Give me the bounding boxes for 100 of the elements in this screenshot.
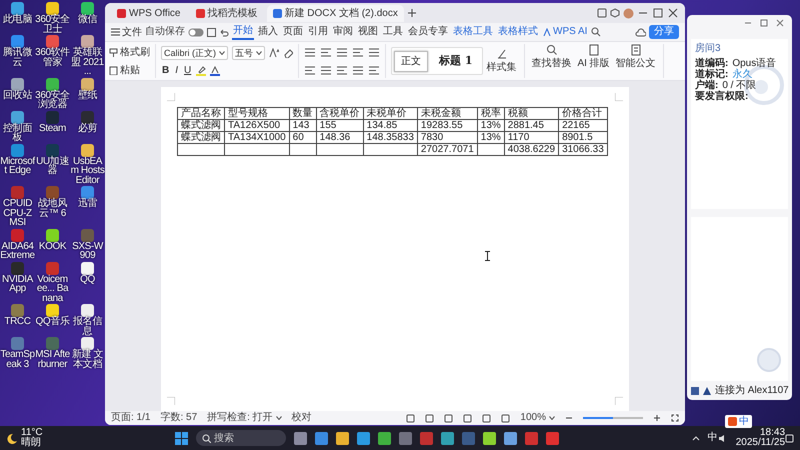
app-icon[interactable] <box>81 186 94 199</box>
app-icon[interactable] <box>46 228 59 242</box>
ribbon-tab[interactable]: WPS AI <box>542 25 588 39</box>
app-icon[interactable] <box>11 78 24 90</box>
warning-icon[interactable] <box>703 386 711 394</box>
app-label[interactable]: 报名信息 <box>70 317 105 336</box>
list-icon[interactable] <box>304 47 316 57</box>
app-label[interactable]: KOOK <box>35 242 70 251</box>
app-label[interactable]: UsbEAm Hosts Editor <box>70 156 105 185</box>
app-icon[interactable] <box>46 78 59 90</box>
app-label[interactable]: QQ <box>70 274 105 284</box>
format-button[interactable]: B <box>161 64 170 76</box>
plus-icon[interactable] <box>406 8 417 18</box>
share-button[interactable]: 分享 <box>649 25 679 39</box>
app-label[interactable]: Steam <box>35 124 70 133</box>
cube-icon[interactable] <box>610 8 620 18</box>
chevron-up-icon[interactable] <box>692 434 700 442</box>
zoom-menu[interactable]: 100% <box>520 412 555 424</box>
window-tab[interactable]: WPS Office <box>111 4 186 22</box>
file-menu[interactable]: 文件 <box>111 24 142 40</box>
app-label[interactable]: 迅雷 <box>70 199 105 208</box>
app-icon[interactable] <box>81 78 94 90</box>
smart-doc-button[interactable]: 智能公文 <box>614 44 658 78</box>
app-logo-icon[interactable] <box>272 8 282 18</box>
taskbar-app-icon[interactable] <box>315 432 328 444</box>
ribbon-tab[interactable]: 表格样式 <box>497 25 539 39</box>
taskbar-search-field[interactable]: 搜索 <box>196 430 286 446</box>
app-icon[interactable] <box>81 144 94 156</box>
line-spacing-icon[interactable] <box>336 65 348 75</box>
app-label[interactable]: 微信 <box>70 15 105 24</box>
ribbon-tab[interactable]: 引用 <box>307 25 329 39</box>
app-label[interactable]: 英雄联盟 2021 ... <box>70 48 105 76</box>
start-icon[interactable] <box>175 432 188 444</box>
app-label[interactable]: AIDA64 Extreme <box>0 242 35 260</box>
spell-check-menu[interactable]: 拼写检查: 打开 <box>207 412 282 424</box>
style-preset[interactable]: 正文 <box>394 50 428 72</box>
window-tab[interactable]: 新建 DOCX 文档 (2).docx <box>266 4 404 22</box>
app-label[interactable]: Voicemee... Banana <box>35 274 70 303</box>
close-icon[interactable] <box>667 8 679 18</box>
search-icon[interactable] <box>591 27 602 37</box>
taskbar-app-icon[interactable] <box>378 432 392 444</box>
eraser-icon[interactable] <box>283 48 294 58</box>
app-label[interactable]: 360安全卫士 <box>35 15 70 34</box>
app-icon[interactable] <box>81 2 94 15</box>
app-label[interactable]: TRCC <box>0 317 35 326</box>
maximize-icon[interactable] <box>760 19 768 27</box>
ribbon-tab[interactable]: 表格工具 <box>452 25 494 39</box>
zoom-in-icon[interactable] <box>653 414 661 422</box>
undo-icon[interactable] <box>219 28 229 36</box>
app-label[interactable]: NVIDIA App <box>0 274 35 294</box>
ribbon-tab[interactable]: 视图 <box>357 25 379 39</box>
ribbon-tab[interactable]: 会员专享 <box>407 25 449 39</box>
format-painter-button[interactable]: 格式刷 <box>109 44 150 60</box>
taskbar-app-icon[interactable] <box>546 432 560 444</box>
app-icon[interactable] <box>81 262 94 274</box>
app-icon[interactable] <box>81 337 94 350</box>
border-icon[interactable] <box>368 65 380 75</box>
app-logo-icon[interactable] <box>196 8 204 18</box>
font-color-icon[interactable] <box>210 66 220 76</box>
app-icon[interactable] <box>81 35 94 48</box>
notification-icon[interactable] <box>785 434 794 442</box>
app-label[interactable]: QQ音乐 <box>35 317 70 326</box>
proofread-button[interactable]: 校对 <box>292 412 312 424</box>
toggle-switch[interactable] <box>188 28 204 36</box>
paste-button[interactable]: 粘贴 <box>109 62 150 78</box>
ribbon-tab[interactable]: 工具 <box>382 25 404 39</box>
app-icon[interactable] <box>11 110 24 124</box>
app-label[interactable]: TeamSpeak 3 <box>0 350 35 369</box>
app-icon[interactable] <box>11 35 24 48</box>
format-button[interactable]: I <box>174 64 180 76</box>
fullscreen-icon[interactable] <box>671 414 679 422</box>
taskbar-app-icon[interactable] <box>357 432 370 444</box>
info-icon[interactable] <box>691 386 699 394</box>
taskbar-app-icon[interactable] <box>336 432 350 444</box>
app-label[interactable]: 360软件管家 <box>35 48 70 67</box>
app-label[interactable]: Microsoft Edge <box>0 156 35 176</box>
app-label[interactable]: 壁纸 <box>70 90 105 100</box>
cloud-icon[interactable] <box>635 28 646 36</box>
close-icon[interactable] <box>776 19 784 27</box>
app-label[interactable]: SXS-W909 <box>70 242 105 260</box>
ribbon-tab[interactable]: 页面 <box>282 25 304 39</box>
app-label[interactable]: 360安全浏览器 <box>35 90 70 110</box>
app-label[interactable]: 新建 文本文档 <box>70 350 105 369</box>
find-replace-button[interactable]: 查找替换 <box>530 44 574 78</box>
shading-icon[interactable] <box>352 65 364 75</box>
align-center-icon[interactable] <box>336 47 348 57</box>
highlighter-icon[interactable] <box>196 66 206 76</box>
ribbon-tab[interactable]: 审阅 <box>332 25 354 39</box>
ime-toolbar[interactable]: 中 <box>725 415 752 428</box>
ai-layout-button[interactable]: AI 排版 <box>576 44 612 78</box>
taskbar-app-icon[interactable] <box>504 432 518 444</box>
align-right-icon[interactable] <box>352 47 364 57</box>
app-label[interactable]: 回收站 <box>0 90 35 100</box>
app-icon[interactable] <box>46 2 59 15</box>
taskbar-app-icon[interactable] <box>294 432 308 444</box>
indent-icon[interactable] <box>320 65 332 75</box>
window-tab[interactable]: 找稻壳模板 <box>190 4 264 22</box>
font-select[interactable]: Calibri (正文) <box>161 46 228 60</box>
numbered-list-icon[interactable] <box>304 65 316 75</box>
app-label[interactable]: 腾讯微云 <box>0 48 35 67</box>
